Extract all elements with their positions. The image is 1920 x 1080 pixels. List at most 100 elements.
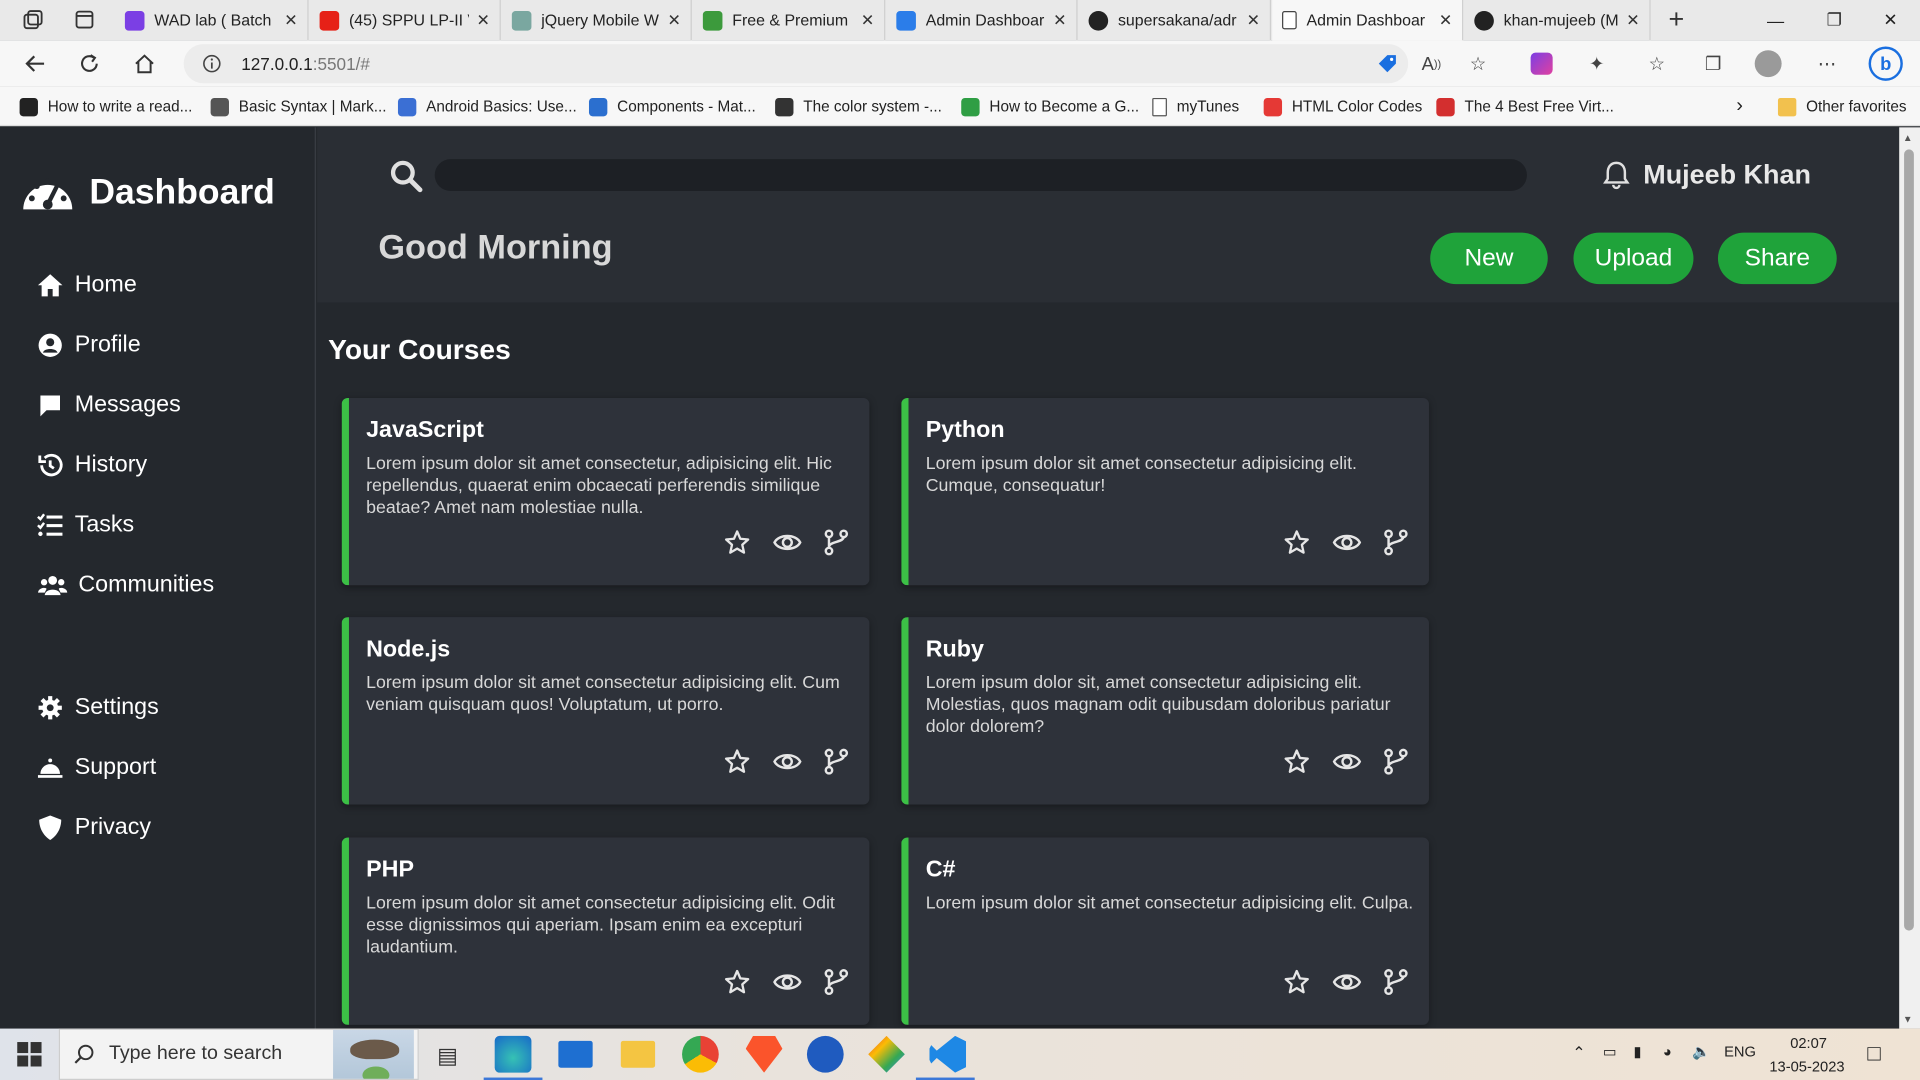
tray-overflow-icon[interactable]: ⌃ [1572,1043,1585,1063]
shopping-tag-icon[interactable] [1374,50,1401,77]
bookmark-item[interactable]: Android Basics: Use... [397,96,577,118]
eye-icon[interactable] [1332,748,1362,775]
code-branch-icon[interactable] [1384,748,1411,775]
task-view-icon[interactable]: ▤ [437,1043,458,1069]
upload-button[interactable]: Upload [1573,232,1694,285]
add-favorite-icon[interactable]: ☆ [1464,50,1491,77]
star-icon[interactable] [724,529,751,556]
star-icon[interactable] [1283,529,1310,556]
bookmark-item[interactable]: The 4 Best Free Virt... [1436,96,1614,118]
eye-icon[interactable] [1332,969,1362,996]
more-menu-icon[interactable]: ⋯ [1813,50,1840,77]
code-branch-icon[interactable] [1384,529,1411,556]
clock-time[interactable]: 02:07 [1790,1035,1827,1052]
site-info-icon[interactable] [198,50,225,77]
bell-icon[interactable] [1602,159,1631,191]
tab-actions-icon[interactable] [71,6,98,33]
search-icon[interactable] [389,159,423,193]
brand[interactable]: Dashboard [18,168,275,217]
windows-start-icon[interactable] [17,1042,42,1073]
star-icon[interactable] [724,748,751,775]
bookmark-item[interactable]: The color system -... [775,96,942,118]
file-explorer-icon[interactable] [620,1040,656,1068]
browser-tab[interactable]: jQuery Mobile W ✕ [502,0,692,41]
tab-close-icon[interactable]: ✕ [476,10,489,30]
course-card[interactable]: Node.js Lorem ipsum dolor sit amet consec… [341,617,870,805]
app-icon[interactable] [806,1035,844,1073]
code-branch-icon[interactable] [824,969,851,996]
browser-tab[interactable]: Admin Dashboar ✕ [1272,0,1464,41]
browser-tab[interactable]: supersakana/adr ✕ [1079,0,1272,41]
star-icon[interactable] [1283,748,1310,775]
share-button[interactable]: Share [1717,232,1837,285]
code-branch-icon[interactable] [824,748,851,775]
search-input[interactable] [434,159,1527,192]
extensions-icon[interactable]: ✦ [1583,50,1610,77]
mail-icon[interactable] [558,1040,593,1068]
bookmark-item[interactable]: myTunes [1152,96,1239,118]
workspaces-icon[interactable] [20,6,47,33]
sidebar-item-tasks[interactable]: Tasks [37,512,134,539]
tab-close-icon[interactable]: ✕ [1626,10,1639,30]
battery-icon[interactable]: ▮ [1633,1043,1641,1060]
sidebar-item-support[interactable]: Support [37,754,156,781]
tab-close-icon[interactable]: ✕ [1053,10,1066,30]
other-favorites[interactable]: Other favorites [1777,96,1907,118]
tray-device-icon[interactable]: ▭ [1603,1043,1617,1060]
tab-close-icon[interactable]: ✕ [1247,10,1260,30]
restore-icon[interactable]: ❐ [1805,0,1864,40]
sidebar-item-communities[interactable]: Communities [37,572,214,599]
sidebar-item-settings[interactable]: Settings [37,694,159,721]
code-branch-icon[interactable] [1384,969,1411,996]
browser-tab[interactable]: Free & Premium ✕ [693,0,886,41]
sidebar-item-messages[interactable]: Messages [37,392,181,419]
code-branch-icon[interactable] [824,529,851,556]
browser-tab[interactable]: WAD lab ( Batch ✕ [115,0,309,41]
bookmark-item[interactable]: HTML Color Codes [1263,96,1422,118]
back-icon[interactable] [20,49,52,78]
tab-close-icon[interactable]: ✕ [861,10,874,30]
tab-close-icon[interactable]: ✕ [1439,10,1452,30]
volume-icon[interactable]: 🔈 [1692,1043,1710,1060]
eye-icon[interactable] [773,969,802,996]
bing-chat-icon[interactable]: b [1867,45,1904,82]
course-card[interactable]: Python Lorem ipsum dolor sit amet consect… [901,397,1429,586]
minimize-icon[interactable]: — [1746,0,1805,40]
sidebar-item-privacy[interactable]: Privacy [37,814,151,841]
edge-icon[interactable] [494,1035,532,1073]
course-card[interactable]: PHP Lorem ipsum dolor sit amet consectetu… [341,837,870,1025]
extension-color-icon[interactable] [1528,50,1555,77]
bookmark-item[interactable]: Basic Syntax | Mark... [210,96,387,118]
browser-tab[interactable]: Admin Dashboar ✕ [887,0,1078,41]
wifi-icon[interactable]: ◕ [1663,1043,1672,1060]
browser-tab[interactable]: (45) SPPU LP-II V ✕ [310,0,501,41]
home-browser-icon[interactable] [129,49,161,78]
bookmark-item[interactable]: How to write a read... [19,96,193,118]
sidebar-item-home[interactable]: Home [37,272,137,299]
course-card[interactable]: Ruby Lorem ipsum dolor sit, amet consecte… [901,617,1429,805]
new-button[interactable]: New [1430,232,1548,285]
read-aloud-icon[interactable]: A)) [1418,50,1445,77]
eye-icon[interactable] [773,748,802,775]
collections-icon[interactable]: ❐ [1700,50,1727,77]
bookmark-item[interactable]: Components - Mat... [588,96,756,118]
scrollbar-thumb[interactable] [1904,149,1914,931]
eye-icon[interactable] [1332,529,1362,556]
refresh-icon[interactable] [73,49,105,78]
bookmarks-overflow-icon[interactable]: › [1736,96,1743,118]
star-icon[interactable] [724,969,751,996]
scroll-up-icon[interactable]: ▲ [1903,132,1913,143]
chrome-icon[interactable] [682,1035,719,1073]
tab-close-icon[interactable]: ✕ [667,10,680,30]
clock-date[interactable]: 13-05-2023 [1769,1058,1844,1075]
notifications-icon[interactable]: □ [1867,1041,1880,1067]
star-icon[interactable] [1283,969,1310,996]
new-tab-icon[interactable]: + [1663,4,1690,35]
favorites-icon[interactable]: ☆ [1643,50,1670,77]
course-card[interactable]: C# Lorem ipsum dolor sit amet consectetur… [901,837,1429,1025]
sidebar-item-profile[interactable]: Profile [37,332,141,359]
browser-tab[interactable]: khan-mujeeb (M ✕ [1464,0,1651,41]
tab-close-icon[interactable]: ✕ [284,10,297,30]
sidebar-item-history[interactable]: History [37,452,147,479]
eye-icon[interactable] [773,529,802,556]
